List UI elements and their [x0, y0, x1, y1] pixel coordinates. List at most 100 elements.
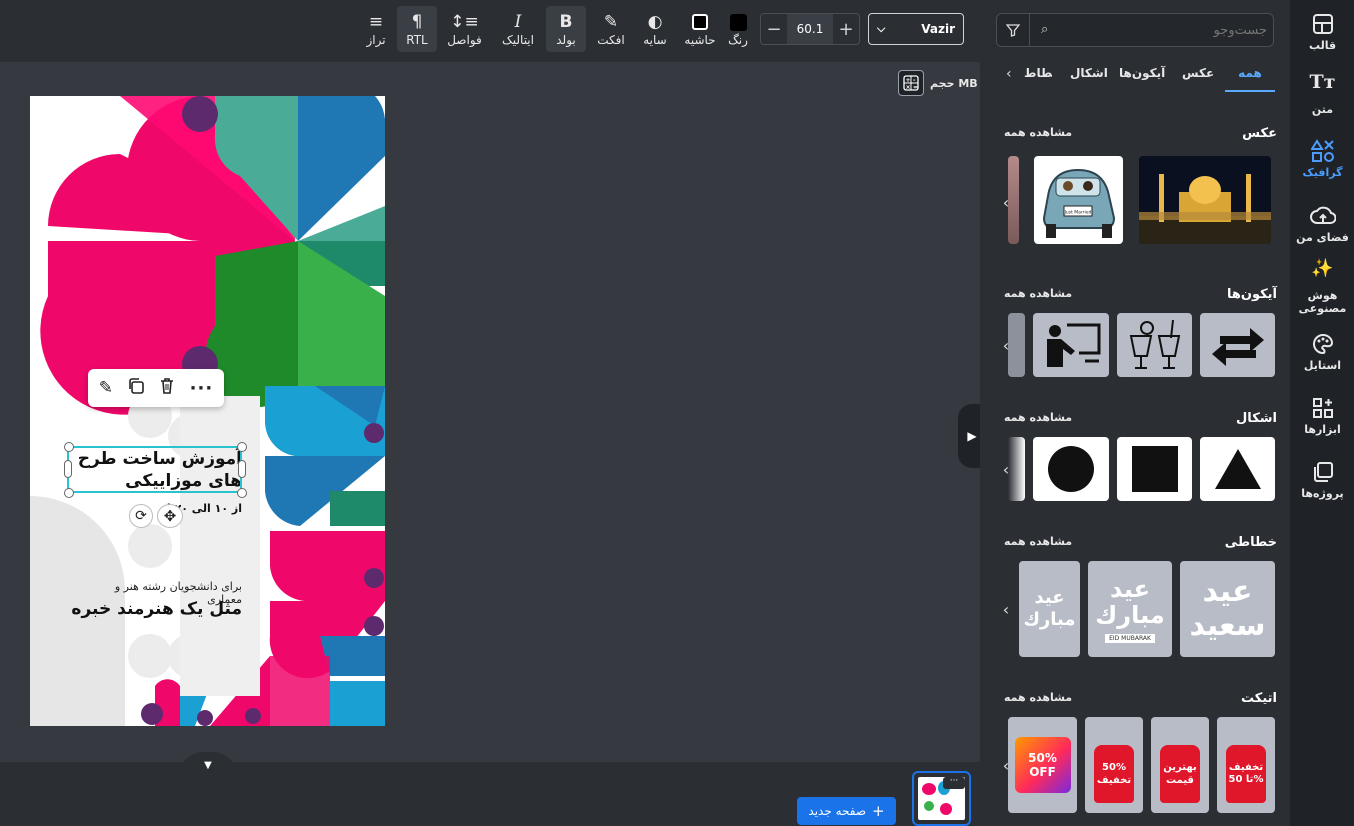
search-icon: ⌕: [1041, 22, 1049, 37]
scroll-left-icon[interactable]: ‹: [998, 193, 1014, 212]
tag-50-off[interactable]: 50% OFF: [1008, 717, 1077, 813]
font-family-select[interactable]: ⌵ Vazir: [868, 13, 964, 45]
see-all-photos[interactable]: مشاهده همه: [1004, 126, 1072, 139]
tab-all[interactable]: همه: [1225, 66, 1275, 92]
sidebar-item-style[interactable]: استایل: [1291, 332, 1354, 372]
shadow-icon: ◐: [647, 12, 663, 32]
photo-shrine[interactable]: [1139, 156, 1271, 244]
rtl-button[interactable]: ¶ RTL: [397, 6, 437, 52]
scroll-left-icon[interactable]: ‹: [998, 756, 1014, 775]
svg-text:×: ×: [906, 84, 911, 91]
photo-car[interactable]: Just Married: [1034, 156, 1123, 244]
border-button[interactable]: حاشیه: [682, 6, 718, 52]
side-handle[interactable]: [64, 460, 72, 478]
sidebar-item-graphics[interactable]: گرافیک: [1291, 139, 1354, 179]
poster-tagline[interactable]: مثل یک هنرمند خبره: [60, 599, 242, 619]
line-spacing-icon: ↕≡: [450, 12, 479, 32]
color-button[interactable]: رنگ: [726, 6, 750, 52]
new-page-button[interactable]: صفحه جدید +: [797, 797, 896, 825]
scroll-left-icon[interactable]: ‹: [998, 336, 1014, 355]
see-all-shapes[interactable]: مشاهده همه: [1004, 411, 1072, 424]
see-all-calligraphy[interactable]: مشاهده همه: [1004, 535, 1072, 548]
svg-text:Just Married: Just Married: [1064, 210, 1092, 216]
tag-best-price[interactable]: بهترین قیمت: [1151, 717, 1209, 813]
projects-icon: [1313, 462, 1333, 482]
more-options-icon[interactable]: ···: [190, 378, 214, 399]
shape-circle[interactable]: [1033, 437, 1109, 501]
svg-text:=: =: [913, 84, 918, 91]
tab-photos[interactable]: عکس: [1182, 66, 1214, 92]
magic-wand-icon: ✨: [1311, 258, 1334, 279]
spacing-button[interactable]: ↕≡ فواصل: [443, 6, 486, 52]
bold-button[interactable]: B بولد: [546, 6, 586, 52]
filter-button[interactable]: [996, 13, 1030, 47]
increase-size-icon[interactable]: +: [833, 19, 859, 40]
align-icon: ≡: [368, 12, 384, 32]
section-title-calligraphy: خطاطی: [1224, 535, 1277, 550]
magic-wand-icon: ✎: [603, 12, 619, 32]
shape-triangle[interactable]: [1200, 437, 1275, 501]
sidebar-item-text[interactable]: Tт متن: [1291, 71, 1354, 117]
font-size-stepper[interactable]: − 60.1 +: [760, 13, 860, 45]
rotate-icon[interactable]: ⟳: [129, 504, 153, 528]
sidebar-item-ai[interactable]: ✨ هوش مصنوعی: [1291, 258, 1354, 316]
resize-handle[interactable]: [64, 488, 74, 498]
shapes-icon: [1310, 139, 1334, 162]
trash-icon[interactable]: [158, 377, 176, 399]
section-title-tags: اتیکت: [1241, 691, 1277, 706]
tag-discount-50[interactable]: تخفیف تا 50%: [1217, 717, 1275, 813]
section-title-icons: آیکون‌ها: [1226, 287, 1277, 302]
font-size-value[interactable]: 60.1: [787, 14, 833, 44]
icon-exchange-arrows[interactable]: [1200, 313, 1275, 377]
duplicate-icon[interactable]: [127, 377, 145, 399]
file-size-indicator[interactable]: + - × = حجم MB: [898, 70, 978, 96]
design-artboard[interactable]: آموزش ساخت طرح های موزاییکی از ۱۰ الی ۲۰…: [30, 96, 385, 726]
icon-cocktails[interactable]: [1117, 313, 1192, 377]
page-thumbnail[interactable]: ···: [912, 771, 971, 826]
filter-icon: [1005, 24, 1020, 37]
color-swatch-icon: [729, 11, 747, 33]
chevron-right-icon: ▶: [967, 429, 977, 443]
tag-50-discount[interactable]: 50% تخفیف: [1085, 717, 1143, 813]
text-toolbar: ≡ تراز ¶ RTL ↕≡ فواصل I ایتالیک B بولد ✎…: [0, 0, 980, 62]
tab-calligraphy[interactable]: خطاط: [1024, 66, 1052, 92]
calligraphy-eid-saeed[interactable]: عيد سعيد: [1180, 561, 1275, 657]
shape-square[interactable]: [1117, 437, 1192, 501]
tab-icons[interactable]: آیکون‌ها: [1119, 66, 1165, 92]
section-title-photos: عکس: [1242, 126, 1277, 141]
sidebar-item-templates[interactable]: قالب: [1291, 12, 1354, 52]
side-handle[interactable]: [238, 460, 246, 478]
chevron-down-icon: ⌵: [877, 22, 886, 35]
text-selection-box[interactable]: [67, 446, 242, 493]
see-all-icons[interactable]: مشاهده همه: [1004, 287, 1072, 300]
tabs-scroll-left-icon[interactable]: ‹: [1006, 66, 1012, 82]
edit-icon[interactable]: ✎: [99, 378, 113, 398]
sidebar-item-my-space[interactable]: فضای من: [1291, 204, 1354, 244]
shadow-button[interactable]: ◐ سایه: [640, 6, 670, 52]
calligraphy-eid-mubarak-2[interactable]: عيد مبارك: [1019, 561, 1080, 657]
sidebar-item-tools[interactable]: ابزارها: [1291, 396, 1354, 436]
calculator-icon: + - × =: [898, 70, 924, 96]
resize-handle[interactable]: [64, 442, 74, 452]
resize-handle[interactable]: [237, 442, 247, 452]
tab-shapes[interactable]: اشکال: [1070, 66, 1108, 92]
search-input[interactable]: [1057, 14, 1267, 46]
plus-icon: +: [872, 802, 885, 820]
icon-teacher-board[interactable]: [1033, 313, 1109, 377]
chevron-down-icon: ▼: [204, 759, 212, 771]
scroll-left-icon[interactable]: ‹: [998, 460, 1014, 479]
italic-button[interactable]: I ایتالیک: [496, 6, 540, 52]
decrease-size-icon[interactable]: −: [761, 19, 787, 40]
scroll-left-icon[interactable]: ‹: [998, 600, 1014, 619]
sidebar-item-projects[interactable]: پروژه‌ها: [1291, 460, 1354, 500]
palette-icon: [1312, 333, 1333, 355]
effect-button[interactable]: ✎ افکت: [594, 6, 628, 52]
calligraphy-eid-mubarak[interactable]: عيد مبارك EID MUBARAK: [1088, 561, 1172, 657]
align-button[interactable]: ≡ تراز: [362, 6, 390, 52]
thumbnail-more-icon[interactable]: ···: [943, 777, 965, 789]
resize-handle[interactable]: [237, 488, 247, 498]
move-icon[interactable]: ✥: [157, 504, 183, 528]
svg-text:+: +: [906, 77, 911, 84]
see-all-tags[interactable]: مشاهده همه: [1004, 691, 1072, 704]
text-icon: Tт: [1309, 71, 1336, 93]
